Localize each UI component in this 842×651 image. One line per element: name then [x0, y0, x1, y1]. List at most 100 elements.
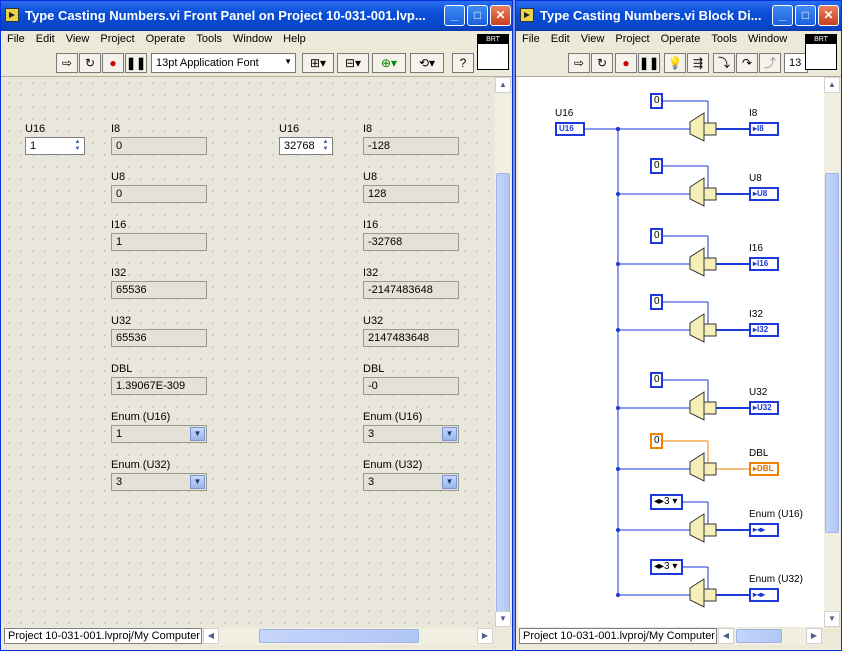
maximize-button[interactable]: □	[467, 5, 488, 26]
pause-icon[interactable]: ❚❚	[638, 53, 660, 73]
status-bar-path: Project 10-031-001.lvproj/My Computer	[4, 628, 202, 644]
horizontal-scrollbar[interactable]: ◀ ▶	[203, 628, 493, 645]
type-cast-node-4[interactable]	[689, 391, 705, 421]
u16-numeric-control-2[interactable]: 32768 ▲ ▼	[279, 137, 333, 155]
menu-project[interactable]: Project	[609, 31, 654, 45]
dbl-label-2: DBL	[363, 363, 385, 375]
type-cast-node-body-3	[703, 323, 717, 337]
font-select[interactable]: 13pt Application Font ▼	[151, 53, 296, 73]
retain-wire-values-icon[interactable]: ⇶	[687, 53, 709, 73]
menu-tools[interactable]: Tools	[705, 31, 742, 45]
type-cast-node-0[interactable]	[689, 112, 705, 142]
reorder-icon[interactable]: ⟲▾	[410, 53, 444, 73]
menu-view[interactable]: View	[60, 31, 95, 45]
indicator-terminal-7[interactable]: ▸◂▸	[749, 588, 779, 602]
scroll-up-icon[interactable]: ▲	[824, 77, 840, 93]
type-constant-4[interactable]: 0	[650, 372, 663, 388]
help-icon[interactable]: ?	[452, 53, 474, 73]
run-continuously-icon[interactable]: ↻	[79, 53, 101, 73]
menu-project[interactable]: Project	[94, 31, 139, 45]
run-icon[interactable]: ⇨	[56, 53, 78, 73]
type-cast-node-6[interactable]	[689, 513, 705, 543]
highlight-execution-icon[interactable]: 💡	[664, 53, 686, 73]
indicator-terminal-4[interactable]: ▸U32	[749, 401, 779, 415]
indicator-terminal-2[interactable]: ▸I16	[749, 257, 779, 271]
scroll-up-icon[interactable]: ▲	[495, 77, 511, 93]
increment-decrement-icon[interactable]: ▲ ▼	[72, 139, 83, 153]
scroll-thumb[interactable]	[496, 173, 510, 613]
distribute-objects-icon[interactable]: ⊟▾	[337, 53, 369, 73]
type-cast-node-2[interactable]	[689, 247, 705, 277]
minimize-button[interactable]: _	[772, 5, 793, 26]
close-button[interactable]: ✕	[490, 5, 511, 26]
block-diagram-canvas[interactable]: U16 U16 0 I8 ▸I8 0 U8 ▸U8 0 I16 ▸I16 0 I32 ▸I32 0 U32…	[518, 77, 824, 627]
u32-indicator: 65536	[111, 329, 207, 347]
wire-junction	[616, 467, 620, 471]
vi-icon-label: BRT	[806, 35, 836, 44]
indicator-terminal-6[interactable]: ▸◂▸	[749, 523, 779, 537]
block-diagram-titlebar[interactable]: Type Casting Numbers.vi Block Di... _ □ …	[516, 1, 841, 31]
labview-icon	[520, 8, 534, 22]
indicator-terminal-3[interactable]: ▸I32	[749, 323, 779, 337]
menu-view[interactable]: View	[575, 31, 610, 45]
indicator-terminal-0[interactable]: ▸I8	[749, 122, 779, 136]
scroll-thumb[interactable]	[736, 629, 782, 643]
menu-edit[interactable]: Edit	[545, 31, 575, 45]
type-constant-7[interactable]: ◂▸3 ▾	[650, 559, 683, 575]
type-constant-1[interactable]: 0	[650, 158, 663, 174]
menu-file[interactable]: File	[516, 31, 545, 45]
abort-icon[interactable]: ●	[615, 53, 637, 73]
horizontal-scrollbar[interactable]: ◀ ▶	[718, 628, 822, 645]
scroll-thumb[interactable]	[259, 629, 419, 643]
scroll-right-icon[interactable]: ▶	[477, 628, 493, 644]
type-cast-node-7[interactable]	[689, 578, 705, 608]
u8-label-2: U8	[363, 171, 378, 183]
indicator-terminal-1[interactable]: ▸U8	[749, 187, 779, 201]
scroll-left-icon[interactable]: ◀	[203, 628, 219, 644]
abort-icon[interactable]: ●	[102, 53, 124, 73]
type-cast-node-5[interactable]	[689, 452, 705, 482]
scroll-thumb[interactable]	[825, 173, 839, 533]
scroll-down-icon[interactable]: ▼	[824, 611, 840, 627]
align-objects-icon[interactable]: ⊞▾	[302, 53, 334, 73]
minimize-button[interactable]: _	[444, 5, 465, 26]
u16-terminal[interactable]: U16	[555, 122, 585, 136]
menu-help[interactable]: Help	[277, 31, 311, 45]
type-constant-0[interactable]: 0	[650, 93, 663, 109]
run-continuously-icon[interactable]: ↻	[591, 53, 613, 73]
resize-objects-icon[interactable]: ⊕▾	[372, 53, 406, 73]
maximize-button[interactable]: □	[795, 5, 816, 26]
type-constant-6[interactable]: ◂▸3 ▾	[650, 494, 683, 510]
dbl-indicator-2: -0	[363, 377, 459, 395]
step-into-icon[interactable]: ⤵	[713, 53, 735, 73]
wire-junction	[616, 127, 620, 131]
menu-window[interactable]: Window	[742, 31, 792, 45]
u16-numeric-control[interactable]: 1 ▲ ▼	[25, 137, 85, 155]
enum-u16-label-2: Enum (U16)	[363, 411, 423, 423]
scroll-left-icon[interactable]: ◀	[718, 628, 734, 644]
menu-window[interactable]: Window	[227, 31, 277, 45]
scroll-down-icon[interactable]: ▼	[495, 611, 511, 627]
type-constant-3[interactable]: 0	[650, 294, 663, 310]
indicator-terminal-5[interactable]: ▸DBL	[749, 462, 779, 476]
type-constant-2[interactable]: 0	[650, 228, 663, 244]
scroll-right-icon[interactable]: ▶	[806, 628, 822, 644]
close-button[interactable]: ✕	[818, 5, 839, 26]
front-panel-titlebar[interactable]: Type Casting Numbers.vi Front Panel on P…	[1, 1, 512, 31]
run-icon[interactable]: ⇨	[568, 53, 590, 73]
menu-operate[interactable]: Operate	[655, 31, 706, 45]
vertical-scrollbar[interactable]: ▲ ▼	[495, 77, 511, 627]
menu-edit[interactable]: Edit	[30, 31, 60, 45]
step-out-icon[interactable]: ⤴	[759, 53, 781, 73]
menu-file[interactable]: File	[1, 31, 30, 45]
type-cast-node-3[interactable]	[689, 313, 705, 343]
front-panel-canvas[interactable]: U16 1 ▲ ▼ I8 0 U8 0 I16 1 I32 65536 U32 65…	[3, 77, 495, 627]
increment-decrement-icon[interactable]: ▲ ▼	[320, 139, 331, 153]
pause-icon[interactable]: ❚❚	[125, 53, 147, 73]
step-over-icon[interactable]: ↷	[736, 53, 758, 73]
type-cast-node-1[interactable]	[689, 177, 705, 207]
menu-operate[interactable]: Operate	[140, 31, 191, 45]
menu-tools[interactable]: Tools	[190, 31, 227, 45]
vertical-scrollbar[interactable]: ▲ ▼	[824, 77, 840, 627]
type-constant-5[interactable]: 0	[650, 433, 663, 449]
